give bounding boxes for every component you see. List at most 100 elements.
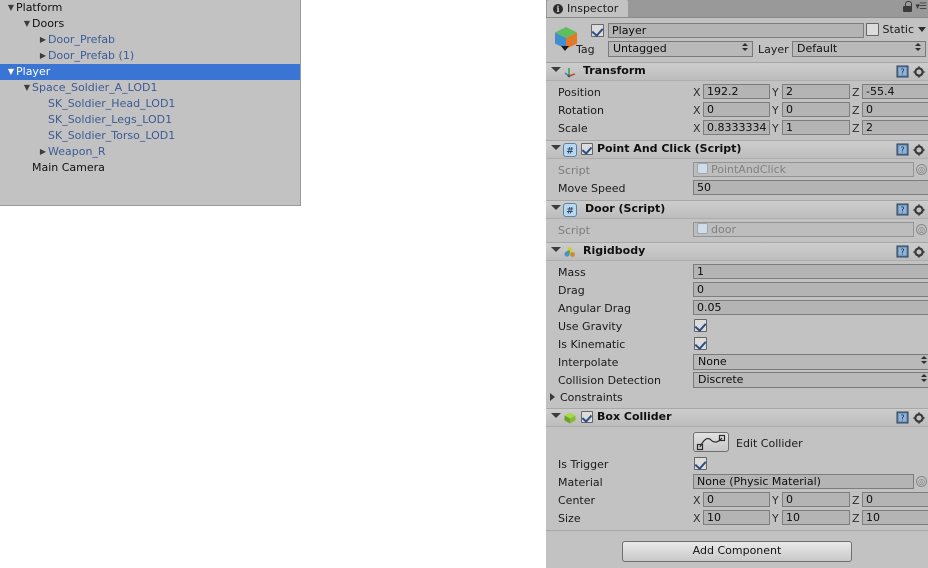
point-and-click-header-buttons[interactable]: ? (896, 143, 925, 156)
box-collider-header-buttons[interactable]: ? (896, 411, 925, 424)
interpolate-dropdown[interactable]: None (693, 354, 928, 370)
options-menu-icon[interactable]: ▾☰ (915, 2, 927, 12)
material-object-field[interactable]: None (Physic Material) (693, 474, 914, 489)
position-z-group[interactable]: Z -55.4 (852, 84, 928, 99)
is-trigger-checkbox[interactable] (694, 457, 707, 473)
gameobject-enabled-checkbox[interactable] (591, 24, 604, 40)
position-x-group[interactable]: X 192.2 (693, 84, 772, 99)
foldout-triangle-down-icon[interactable]: ▼ (6, 64, 16, 80)
size-z-group[interactable]: Z 10 (852, 510, 928, 525)
hierarchy-item[interactable]: ▼ Doors (0, 16, 300, 32)
hierarchy-item[interactable]: ▶SK_Soldier_Torso_LOD1 (0, 128, 300, 144)
help-icon[interactable]: ? (896, 245, 909, 258)
foldout-triangle-down-icon[interactable]: ▼ (22, 80, 32, 96)
center-z-input[interactable]: 0 (862, 492, 928, 507)
script-object-field[interactable]: door (693, 222, 914, 237)
transform-header[interactable]: Transform ? (546, 63, 928, 81)
collision-detection-dropdown[interactable]: Discrete (693, 372, 928, 388)
hierarchy-panel[interactable]: ▼ Platform ▼ Doors ▶ Door_Prefab ▶ Door_Prefab … (0, 0, 301, 206)
rotation-y-input[interactable]: 0 (782, 102, 850, 117)
chevron-down-icon[interactable] (918, 27, 926, 32)
foldout-triangle-icon[interactable] (551, 205, 561, 210)
position-y-group[interactable]: Y 2 (772, 84, 852, 99)
angular-drag-input[interactable]: 0.05 (693, 300, 928, 315)
scale-xyz[interactable]: X 0.8333334 Y 1 Z 2 (693, 120, 928, 135)
foldout-triangle-down-icon[interactable]: ▼ (6, 0, 16, 16)
scale-z-input[interactable]: 2 (862, 120, 928, 135)
drag-input[interactable]: 0 (693, 282, 928, 297)
center-x-group[interactable]: X 0 (693, 492, 772, 507)
position-y-input[interactable]: 2 (782, 84, 850, 99)
scale-x-input[interactable]: 0.8333334 (703, 120, 770, 135)
help-icon[interactable]: ? (896, 143, 909, 156)
rotation-z-group[interactable]: Z 0 (852, 102, 928, 117)
size-x-input[interactable]: 10 (703, 510, 770, 525)
hierarchy-item[interactable]: ▼ Space_Soldier_A_LOD1 (0, 80, 300, 96)
hierarchy-item[interactable]: ▼ Platform (0, 0, 300, 16)
center-z-group[interactable]: Z 0 (852, 492, 928, 507)
size-x-group[interactable]: X 10 (693, 510, 772, 525)
point-and-click-header[interactable]: # Point And Click (Script) ? (546, 141, 928, 159)
rotation-z-input[interactable]: 0 (862, 102, 928, 117)
is-kinematic-checkbox[interactable] (694, 337, 707, 353)
object-picker-icon[interactable]: ◎ (916, 224, 927, 235)
inspector-tabbar-controls[interactable]: ▾☰ (903, 1, 927, 12)
box-collider-enabled-checkbox[interactable] (581, 411, 593, 426)
scale-z-group[interactable]: Z 2 (852, 120, 928, 135)
hierarchy-item[interactable]: ▶ Weapon_R (0, 144, 300, 160)
use-gravity-checkbox[interactable] (694, 319, 707, 335)
rigidbody-header-buttons[interactable]: ? (896, 245, 925, 258)
tag-dropdown[interactable]: Untagged (608, 41, 753, 57)
rotation-y-group[interactable]: Y 0 (772, 102, 852, 117)
hierarchy-item[interactable]: ▶Main Camera (0, 160, 300, 176)
size-y-group[interactable]: Y 10 (772, 510, 852, 525)
position-xyz[interactable]: X 192.2 Y 2 Z -55.4 (693, 84, 928, 99)
rotation-xyz[interactable]: X 0 Y 0 Z 0 (693, 102, 928, 117)
scale-x-group[interactable]: X 0.8333334 (693, 120, 772, 135)
gear-icon[interactable] (913, 411, 925, 424)
door-script-header-buttons[interactable]: ? (896, 203, 925, 216)
inspector-panel[interactable]: i Inspector ▾☰ Player Static Tag Untagge… (546, 0, 928, 568)
gear-icon[interactable] (913, 143, 925, 156)
hierarchy-item[interactable]: ▶ Door_Prefab (0, 32, 300, 48)
gameobject-name-input[interactable]: Player (608, 23, 864, 38)
script-object-field[interactable]: PointAndClick (693, 162, 914, 177)
object-picker-icon[interactable]: ◎ (916, 476, 927, 487)
foldout-triangle-icon[interactable] (551, 67, 561, 72)
scale-y-group[interactable]: Y 1 (772, 120, 852, 135)
help-icon[interactable]: ? (896, 203, 909, 216)
add-component-button[interactable]: Add Component (622, 541, 852, 562)
gear-icon[interactable] (913, 65, 925, 78)
help-icon[interactable]: ? (896, 411, 909, 424)
hierarchy-tree[interactable]: ▼ Platform ▼ Doors ▶ Door_Prefab ▶ Door_Prefab … (0, 0, 300, 176)
door-script-header[interactable]: # Door (Script) ? (546, 201, 928, 219)
hierarchy-item[interactable]: ▼ Player (0, 64, 300, 80)
move-speed-input[interactable]: 50 (693, 180, 928, 195)
rigidbody-header[interactable]: Rigidbody ? (546, 243, 928, 261)
help-icon[interactable]: ? (896, 65, 909, 78)
scale-y-input[interactable]: 1 (782, 120, 850, 135)
foldout-triangle-right-icon[interactable]: ▶ (38, 144, 48, 160)
size-y-input[interactable]: 10 (782, 510, 850, 525)
hierarchy-item[interactable]: ▶SK_Soldier_Head_LOD1 (0, 96, 300, 112)
foldout-triangle-icon[interactable] (551, 145, 561, 150)
size-z-input[interactable]: 10 (862, 510, 928, 525)
mass-input[interactable]: 1 (693, 264, 928, 279)
position-z-input[interactable]: -55.4 (862, 84, 928, 99)
foldout-triangle-right-icon[interactable]: ▶ (38, 32, 48, 48)
transform-header-buttons[interactable]: ? (896, 65, 925, 78)
hierarchy-item[interactable]: ▶ Door_Prefab (1) (0, 48, 300, 64)
foldout-triangle-down-icon[interactable]: ▼ (22, 16, 32, 32)
static-checkbox[interactable] (865, 23, 879, 36)
center-xyz[interactable]: X 0 Y 0 Z 0 (693, 492, 928, 507)
foldout-triangle-right-icon[interactable]: ▶ (38, 48, 48, 64)
tab-inspector[interactable]: i Inspector (547, 0, 629, 17)
size-xyz[interactable]: X 10 Y 10 Z 10 (693, 510, 928, 525)
gear-icon[interactable] (913, 245, 925, 258)
hierarchy-item[interactable]: ▶SK_Soldier_Legs_LOD1 (0, 112, 300, 128)
rigidbody-constraints-foldout[interactable]: Constraints (546, 389, 928, 405)
rotation-x-input[interactable]: 0 (703, 102, 770, 117)
lock-icon[interactable] (903, 1, 913, 12)
foldout-triangle-icon[interactable] (550, 393, 555, 401)
static-toggle-group[interactable]: Static (865, 23, 926, 36)
